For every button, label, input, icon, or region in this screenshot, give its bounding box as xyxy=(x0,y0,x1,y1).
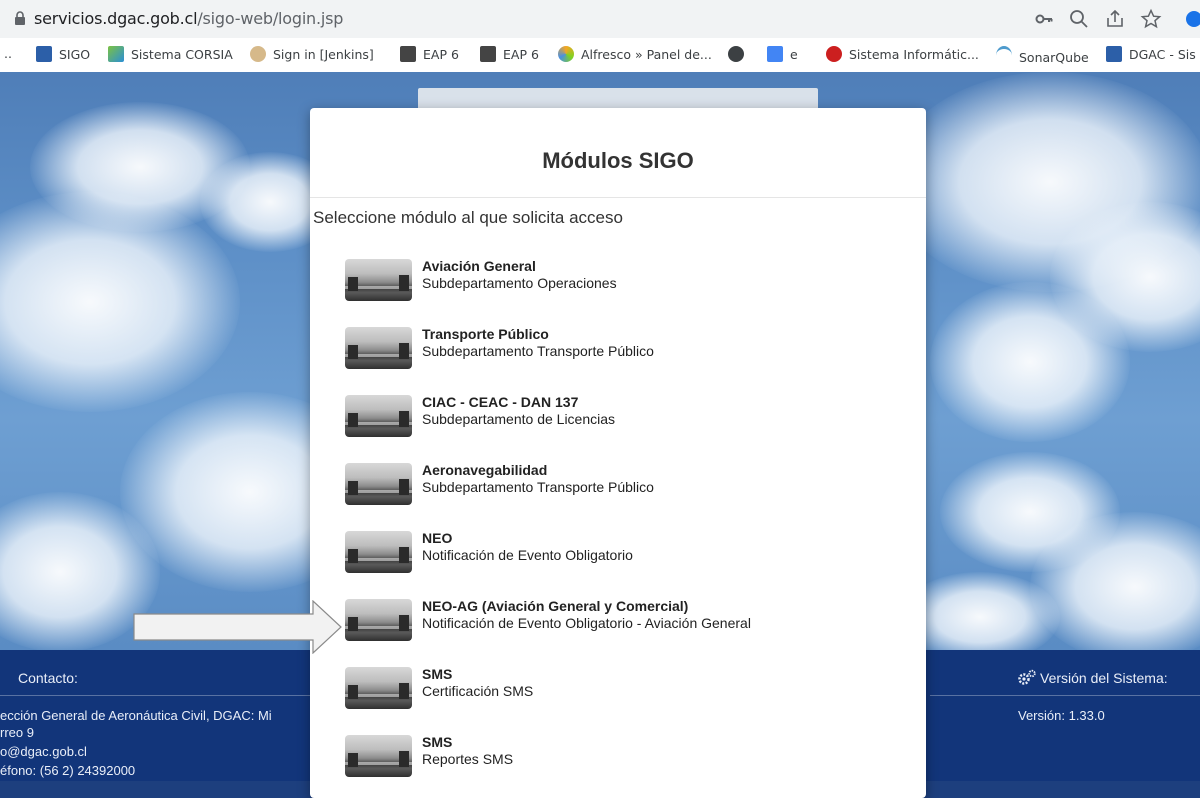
module-subtitle: Notificación de Evento Obligatorio - Avi… xyxy=(422,615,751,631)
module-sms-certificacion[interactable]: SMS Certificación SMS xyxy=(345,664,905,712)
module-neo[interactable]: NEO Notificación de Evento Obligatorio xyxy=(345,528,905,576)
module-subtitle: Notificación de Evento Obligatorio xyxy=(422,547,633,563)
runway-thumbnail-icon xyxy=(345,463,412,505)
redhat-favicon-icon xyxy=(826,46,842,62)
module-title: NEO-AG (Aviación General y Comercial) xyxy=(422,598,689,614)
runway-thumbnail-icon xyxy=(345,599,412,641)
module-ciac-ceac-dan137[interactable]: CIAC - CEAC - DAN 137 Subdepartamento de… xyxy=(345,392,905,440)
share-icon[interactable] xyxy=(1104,8,1126,30)
module-sms-reportes[interactable]: SMS Reportes SMS xyxy=(345,732,905,780)
module-subtitle: Reportes SMS xyxy=(422,751,514,767)
module-title: Aeronavegabilidad xyxy=(422,462,548,478)
modal-subtitle: Seleccione módulo al que solicita acceso xyxy=(313,208,623,227)
module-subtitle: Subdepartamento Operaciones xyxy=(422,275,617,291)
lock-icon xyxy=(15,11,25,25)
footer-version-divider xyxy=(930,695,1200,696)
extension-icon[interactable] xyxy=(1183,8,1200,30)
eap-favicon-icon xyxy=(480,46,496,62)
url-host: servicios.dgac.gob.cl xyxy=(34,9,198,28)
key-icon[interactable] xyxy=(1033,8,1055,30)
bookmark-sigo[interactable]: SIGO xyxy=(36,46,90,62)
footer-divider xyxy=(0,695,310,696)
bookmark-docs[interactable]: e xyxy=(767,46,798,62)
footer-street: rreo 9 xyxy=(0,725,34,740)
module-title: SMS xyxy=(422,734,453,750)
footer-version: Versión: 1.33.0 xyxy=(1018,708,1105,723)
runway-thumbnail-icon xyxy=(345,735,412,777)
bookmarks-bar: .. SIGO Sistema CORSIA Sign in [Jenkins]… xyxy=(0,38,1200,73)
bookmark-eap-2[interactable]: EAP 6 xyxy=(480,46,539,62)
module-title: SMS xyxy=(422,666,453,682)
gears-icon xyxy=(1018,669,1036,685)
address-bar[interactable]: servicios.dgac.gob.cl/sigo-web/login.jsp xyxy=(0,0,1200,38)
bookmark-dgac[interactable]: DGAC - Sis xyxy=(1106,46,1196,62)
module-title: Aviación General xyxy=(422,258,536,274)
footer-phone: éfono: (56 2) 24392000 xyxy=(0,763,136,778)
module-subtitle: Certificación SMS xyxy=(422,683,534,699)
module-neo-ag[interactable]: NEO-AG (Aviación General y Comercial) No… xyxy=(345,596,905,644)
dgac-favicon-icon xyxy=(1106,46,1122,62)
runway-thumbnail-icon xyxy=(345,395,412,437)
globe-favicon-icon xyxy=(728,46,744,62)
module-subtitle: Subdepartamento Transporte Público xyxy=(422,343,654,359)
sigo-favicon-icon xyxy=(36,46,52,62)
module-title: CIAC - CEAC - DAN 137 xyxy=(422,394,579,410)
docs-favicon-icon xyxy=(767,46,783,62)
footer-contact-title: Contacto: xyxy=(18,670,78,686)
module-title: NEO xyxy=(422,530,453,546)
runway-thumbnail-icon xyxy=(345,531,412,573)
module-transporte-publico[interactable]: Transporte Público Subdepartamento Trans… xyxy=(345,324,905,372)
runway-thumbnail-icon xyxy=(345,667,412,709)
jenkins-favicon-icon xyxy=(250,46,266,62)
bookmark-sistema-informatico[interactable]: Sistema Informátic... xyxy=(826,46,979,62)
module-aeronavegabilidad[interactable]: Aeronavegabilidad Subdepartamento Transp… xyxy=(345,460,905,508)
modules-modal: Módulos SIGO Seleccione módulo al que so… xyxy=(310,108,926,798)
corsia-favicon-icon xyxy=(108,46,124,62)
zoom-icon[interactable] xyxy=(1068,8,1090,30)
star-icon[interactable] xyxy=(1140,8,1162,30)
url-path: /sigo-web/login.jsp xyxy=(197,9,344,28)
runway-thumbnail-icon xyxy=(345,259,412,301)
footer-address: ección General de Aeronáutica Civil, DGA… xyxy=(0,708,272,723)
module-aviacion-general[interactable]: Aviación General Subdepartamento Operaci… xyxy=(345,256,905,304)
eap-favicon-icon xyxy=(400,46,416,62)
modal-title: Módulos SIGO xyxy=(542,148,694,173)
sonarqube-favicon-icon xyxy=(996,46,1012,65)
bookmark-globe[interactable] xyxy=(728,46,751,62)
bookmark-overflow[interactable]: .. xyxy=(4,46,12,61)
bookmark-alfresco[interactable]: Alfresco » Panel de... xyxy=(558,46,712,62)
bookmark-eap-1[interactable]: EAP 6 xyxy=(400,46,459,62)
footer-email[interactable]: o@dgac.gob.cl xyxy=(0,744,87,759)
runway-thumbnail-icon xyxy=(345,327,412,369)
url-text[interactable]: servicios.dgac.gob.cl/sigo-web/login.jsp xyxy=(34,9,343,28)
bookmark-corsia[interactable]: Sistema CORSIA xyxy=(108,46,233,62)
alfresco-favicon-icon xyxy=(558,46,574,62)
annotation-arrow-icon xyxy=(133,600,342,654)
footer-version-title: Versión del Sistema: xyxy=(1040,670,1168,686)
bookmark-jenkins[interactable]: Sign in [Jenkins] xyxy=(250,46,374,62)
module-subtitle: Subdepartamento Transporte Público xyxy=(422,479,654,495)
module-title: Transporte Público xyxy=(422,326,549,342)
bookmark-sonarqube[interactable]: SonarQube xyxy=(996,46,1089,65)
modal-divider xyxy=(310,197,926,198)
module-subtitle: Subdepartamento de Licencias xyxy=(422,411,616,427)
